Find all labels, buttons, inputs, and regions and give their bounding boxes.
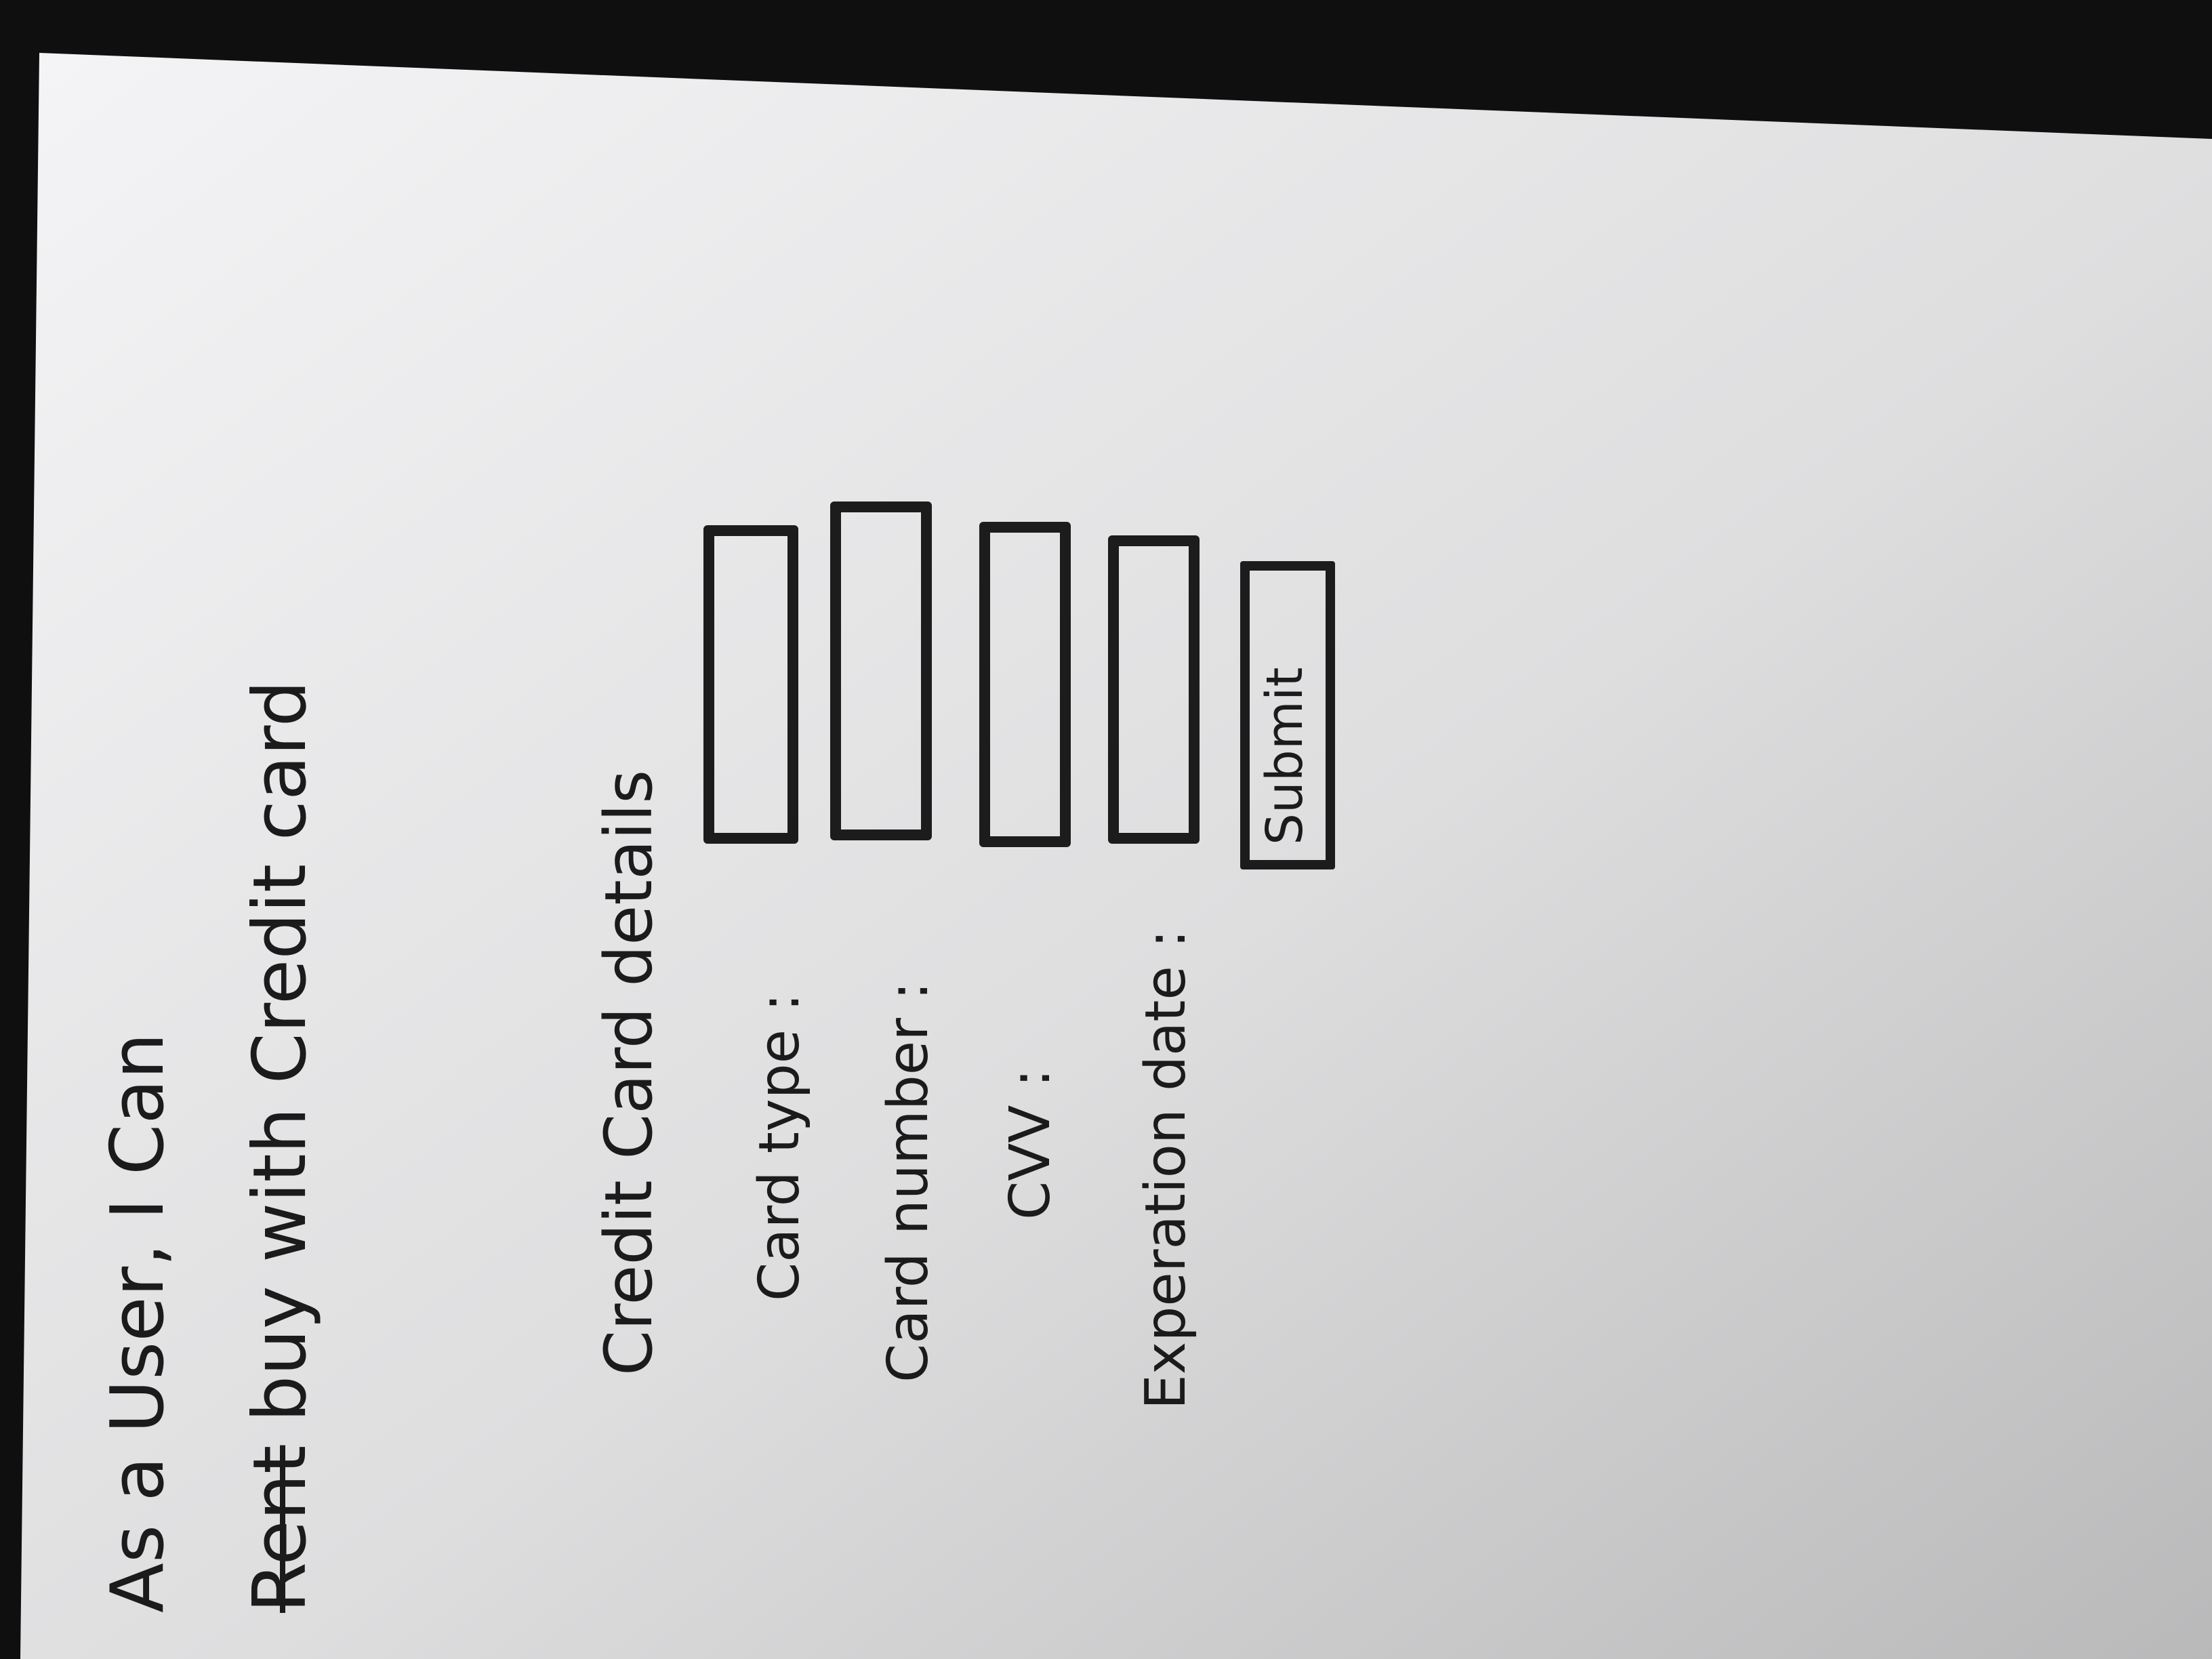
paper-sheet: [20, 53, 2212, 1659]
cvv-label: CVV :: [998, 1068, 1063, 1220]
submit-button[interactable]: Submit: [1240, 561, 1335, 869]
expiration-date-label: Experation date :: [1134, 929, 1198, 1410]
card-type-label: Card type :: [747, 993, 812, 1301]
card-number-label: Card number :: [876, 981, 941, 1382]
story-line-2: Rent buy with Credit card: [238, 680, 323, 1613]
scribbled-word: Rent: [238, 1445, 323, 1613]
cvv-input[interactable]: [979, 522, 1071, 847]
story-line-2-text: buy with Credit card: [238, 680, 323, 1422]
expiration-date-input[interactable]: [1108, 535, 1200, 844]
card-number-input[interactable]: [830, 501, 932, 840]
card-type-input[interactable]: [703, 525, 798, 844]
story-line-1: As a User, I Can: [96, 1032, 180, 1613]
form-title: Credit Card details: [591, 769, 667, 1376]
submit-button-label: Submit: [1256, 667, 1314, 845]
